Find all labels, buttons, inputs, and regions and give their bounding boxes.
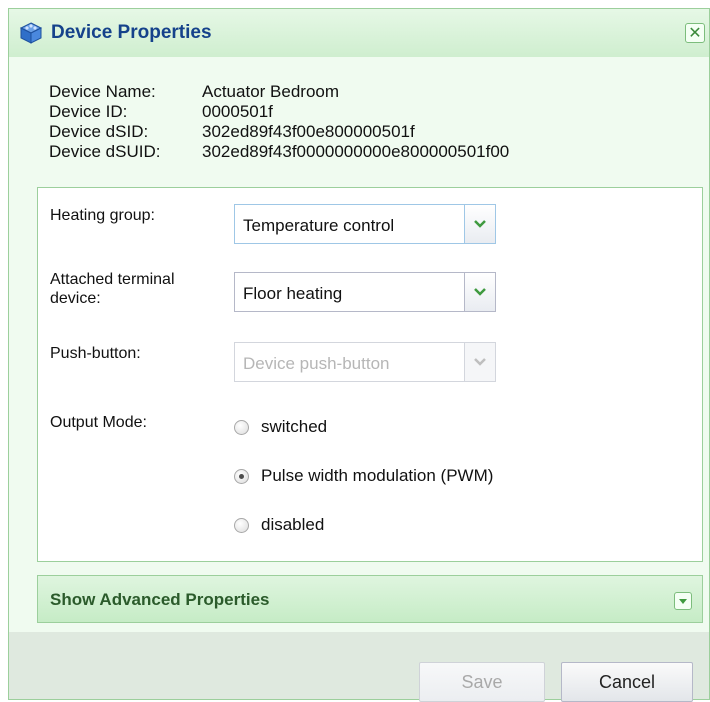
push-button-label: Push-button: bbox=[50, 345, 141, 362]
info-label: Device dSUID: bbox=[49, 142, 161, 161]
info-label: Device dSID: bbox=[49, 122, 149, 141]
info-value: 302ed89f43f00e800000501f bbox=[202, 122, 415, 141]
dialog-footer: Save Cancel bbox=[9, 632, 709, 702]
terminal-device-value: Floor heating bbox=[243, 284, 343, 303]
heating-group-dropdown-button[interactable] bbox=[464, 204, 496, 244]
terminal-device-dropdown-button[interactable] bbox=[464, 272, 496, 312]
push-button-value: Device push-button bbox=[243, 354, 390, 373]
info-value: 302ed89f43f0000000000e800000501f00 bbox=[202, 142, 510, 161]
terminal-device-label-line2: device: bbox=[50, 290, 101, 307]
terminal-device-select[interactable]: Floor heating bbox=[234, 272, 496, 312]
dialog-titlebar[interactable]: Device Properties ✕ bbox=[9, 9, 709, 58]
dialog-body: Device Name: Actuator Bedroom Device ID:… bbox=[9, 57, 709, 632]
radio-button[interactable] bbox=[234, 419, 249, 435]
heating-group-select[interactable]: Temperature control bbox=[234, 204, 496, 244]
advanced-properties-title: Show Advanced Properties bbox=[50, 590, 270, 609]
info-row-dsid: Device dSID: 302ed89f43f00e800000501f bbox=[49, 122, 509, 142]
info-value: 0000501f bbox=[202, 102, 273, 121]
advanced-toggle-button[interactable] bbox=[674, 592, 692, 610]
push-button-dropdown-button bbox=[464, 342, 496, 382]
dialog-title: Device Properties bbox=[51, 22, 212, 43]
radio-button[interactable] bbox=[234, 517, 249, 533]
chevron-down-icon bbox=[474, 288, 486, 296]
device-cube-icon bbox=[19, 22, 43, 44]
radio-pwm[interactable]: Pulse width modulation (PWM) bbox=[234, 466, 493, 486]
radio-switched[interactable]: switched bbox=[234, 417, 327, 437]
close-icon: ✕ bbox=[688, 25, 702, 42]
heating-group-value: Temperature control bbox=[243, 216, 395, 235]
save-button[interactable]: Save bbox=[419, 662, 545, 702]
info-row-dsuid: Device dSUID: 302ed89f43f0000000000e8000… bbox=[49, 142, 509, 162]
output-mode-label: Output Mode: bbox=[50, 414, 147, 431]
radio-label[interactable]: disabled bbox=[261, 515, 324, 535]
device-info: Device Name: Actuator Bedroom Device ID:… bbox=[49, 82, 509, 162]
info-label: Device ID: bbox=[49, 102, 128, 121]
heating-group-label: Heating group: bbox=[50, 207, 155, 224]
info-row-id: Device ID: 0000501f bbox=[49, 102, 509, 122]
radio-label[interactable]: switched bbox=[261, 417, 327, 437]
info-value: Actuator Bedroom bbox=[202, 82, 340, 101]
settings-panel: Heating group: Temperature control Attac… bbox=[37, 187, 703, 562]
chevron-down-icon bbox=[474, 220, 486, 228]
radio-label[interactable]: Pulse width modulation (PWM) bbox=[261, 466, 493, 486]
info-label: Device Name: bbox=[49, 82, 156, 101]
radio-disabled[interactable]: disabled bbox=[234, 515, 324, 535]
terminal-device-label: Attached terminal device: bbox=[50, 270, 175, 308]
cancel-button[interactable]: Cancel bbox=[561, 662, 693, 702]
info-row-name: Device Name: Actuator Bedroom bbox=[49, 82, 509, 102]
close-button[interactable]: ✕ bbox=[685, 23, 705, 43]
device-properties-dialog: Device Properties ✕ Device Name: Actuato… bbox=[8, 8, 710, 702]
radio-button-selected[interactable] bbox=[234, 468, 249, 484]
chevron-down-icon bbox=[679, 599, 687, 604]
terminal-device-label-line1: Attached terminal bbox=[50, 271, 175, 288]
chevron-down-icon bbox=[474, 358, 486, 366]
advanced-properties-header[interactable]: Show Advanced Properties bbox=[37, 575, 703, 623]
push-button-select: Device push-button bbox=[234, 342, 496, 382]
